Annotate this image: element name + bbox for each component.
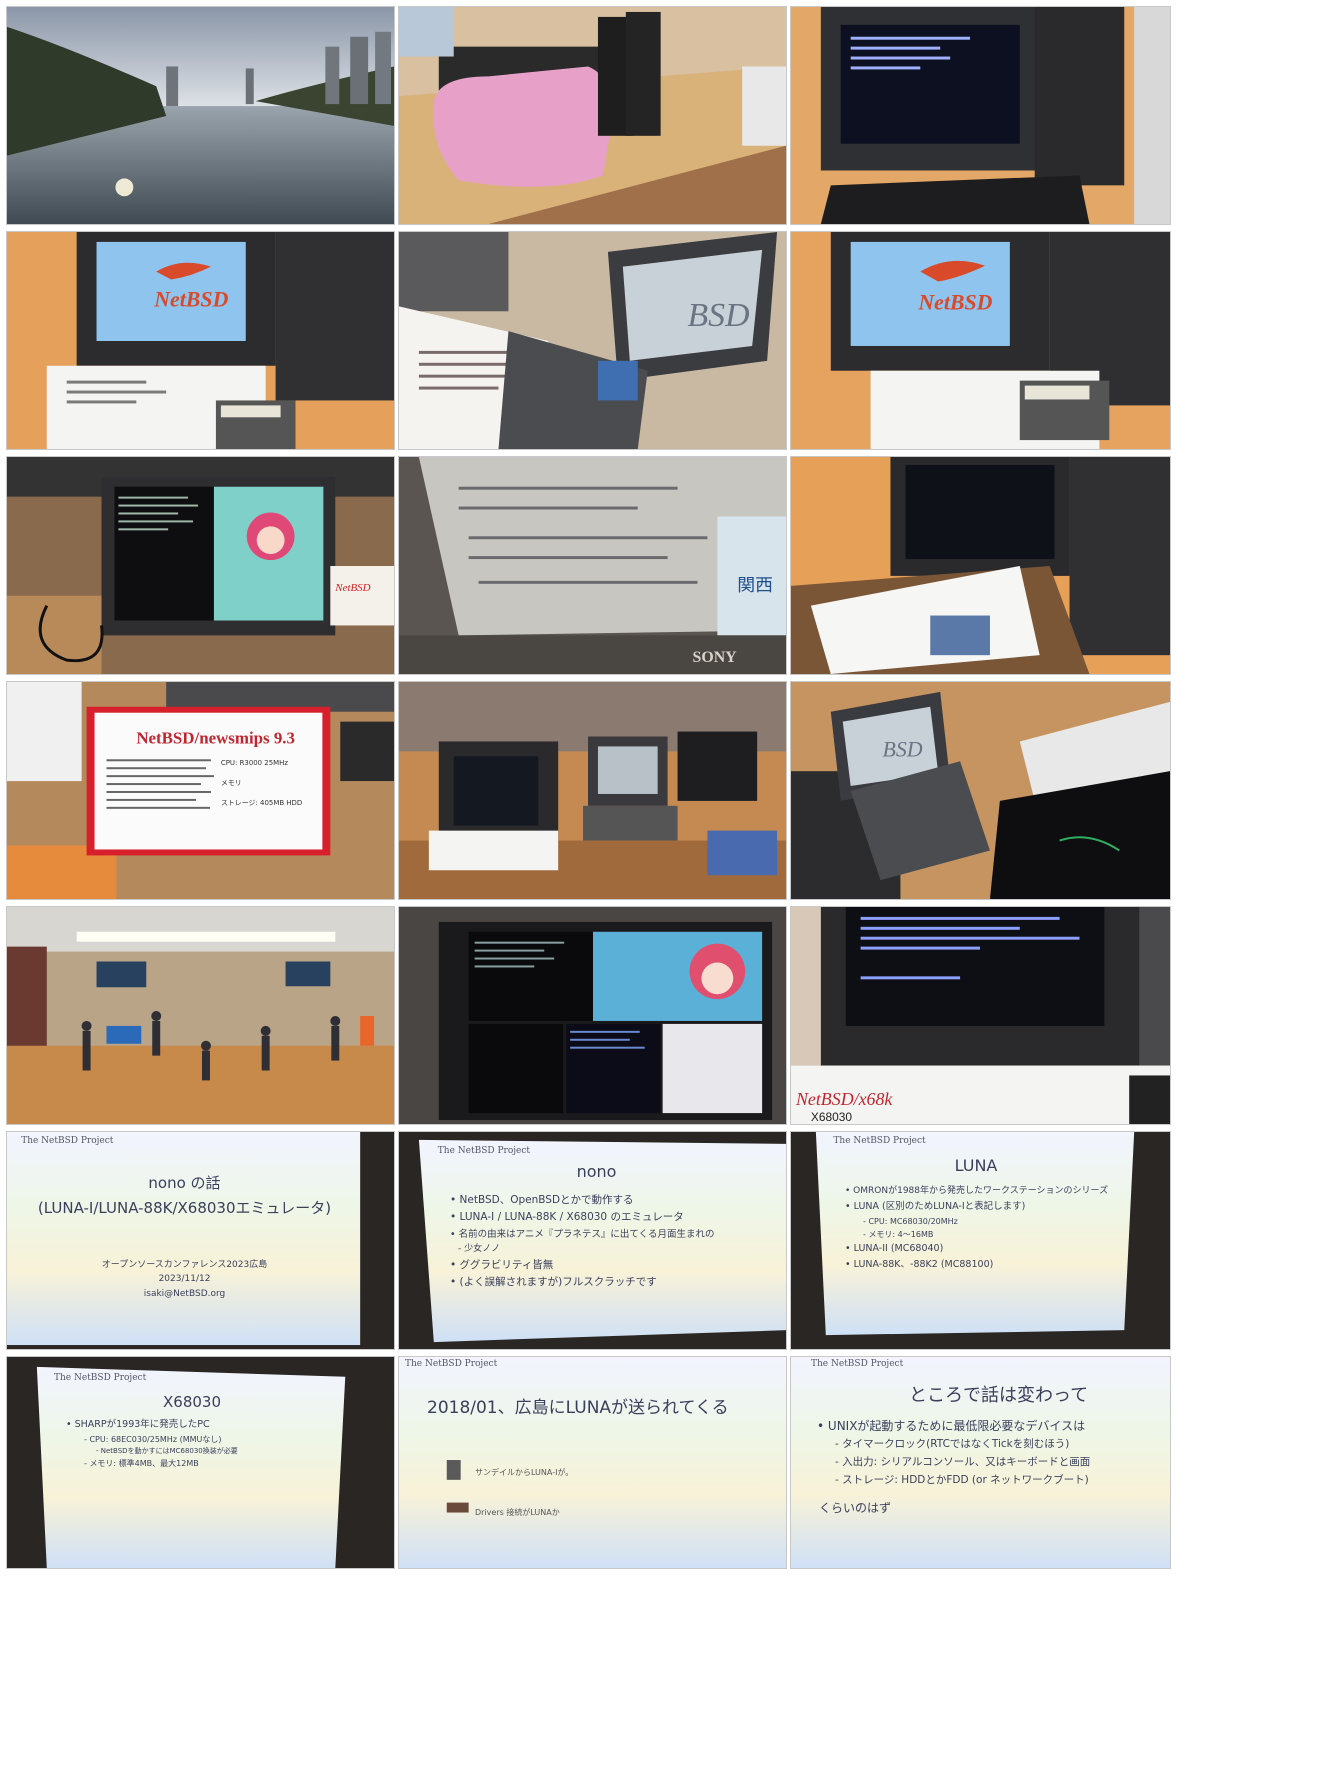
slide-footer-date: 2023/11/12 [158,1274,211,1285]
slide-title: X68030 [163,1393,221,1411]
poster-storage: ストレージ: 405MB HDD [221,799,302,807]
slide-content: The NetBSD Project ところで話は変わって UNIXが起動するた… [791,1357,1170,1568]
poster-title: NetBSD/newsmips 9.3 [136,728,295,747]
slide-bullets: OMRONが1988年から発売したワークステーションのシリーズ LUNA (区別… [829,1184,1108,1272]
slide-title-line-2: (LUNA-I/LUNA-88K/X68030エミュレータ) [37,1199,332,1217]
slide-x68030[interactable]: The NetBSD Project X68030 SHARPが1993年に発売… [6,1356,395,1569]
slide-bullet: LUNA (区別のためLUNA-Iと表記します) [845,1199,1108,1215]
slide-closing: くらいのはず [819,1501,892,1515]
photo-terminal-anime-screen[interactable] [398,906,787,1125]
slide-bullet: 名前の由来はアニメ『プラネテス』に出てくる月面生まれの [450,1227,715,1243]
photo-netbsd-crt[interactable]: NetBSD [6,231,395,450]
slide-nono-about[interactable]: The NetBSD Project nono NetBSD、OpenBSDとか… [398,1131,787,1350]
slide-bullet: NetBSD、OpenBSDとかで動作する [450,1192,714,1209]
slide-bullet: LUNA-I / LUNA-88K / X68030 のエミュレータ [450,1209,714,1226]
slide-brand: The NetBSD Project [405,1359,498,1369]
photo-crt-monitor-terminal[interactable] [790,6,1171,225]
photo-crt-with-printouts[interactable] [790,456,1171,675]
slide-brand: The NetBSD Project [437,1146,531,1156]
photo-exhibit-table[interactable] [398,681,787,900]
photo-newsmips-poster[interactable]: NetBSD/newsmips 9.3 CPU: R3000 25MHz メモリ… [6,681,395,900]
photo-lcd-terminal-anime[interactable]: NetBSD [6,456,395,675]
svg-text:BSD: BSD [883,737,923,761]
slide-bullet: 入出力: シリアルコンソール、又はキーボードと画面 [817,1454,1090,1472]
x68k-paper-title: NetBSD/x68k [795,1089,893,1109]
slide-content: The NetBSD Project X68030 SHARPが1993年に発売… [42,1369,342,1568]
slide-footer-email: isaki@NetBSD.org [143,1288,226,1299]
slide-title: ところで話は変わって [909,1385,1089,1406]
slide-hiroshima-luna[interactable]: The NetBSD Project 2018/01、広島にLUNAが送られてく… [398,1356,787,1569]
slide-title: 2018/01、広島にLUNAが送られてくる [427,1398,729,1418]
slide-brand: The NetBSD Project [833,1136,926,1146]
slide-title: nono [576,1162,617,1181]
slide-bullet: メモリ: 標準4MB、最大12MB [66,1457,238,1470]
slide-bullet: ストレージ: HDDとかFDD (or ネットワークブート) [817,1472,1090,1490]
sony-brand: SONY [692,649,737,666]
slide-bullet: UNIXが起動するために最低限必要なデバイスは [817,1417,1090,1436]
slide-bullet: CPU: MC68030/20MHz [845,1215,1108,1228]
photo-crt-x68k[interactable]: NetBSD/x68k X68030 [790,906,1171,1125]
slide-bullet: タイマークロック(RTCではなくTickを刻むほう) [817,1436,1090,1454]
slide-bullets: SHARPが1993年に発売したPC CPU: 68EC030/25MHz (M… [50,1417,238,1471]
slide-bullets: UNIXが起動するために最低限必要なデバイスは タイマークロック(RTCではなく… [801,1417,1090,1490]
slide-title-line-1: nono の話 [148,1174,221,1192]
slide-content: The NetBSD Project 2018/01、広島にLUNAが送られてく… [399,1357,786,1568]
slide-bullet: OMRONが1988年から発売したワークステーションのシリーズ [845,1184,1108,1199]
slide-bullet: LUNA-II (MC68040) [845,1241,1108,1257]
slide-topic-change[interactable]: The NetBSD Project ところで話は変わって UNIXが起動するた… [790,1356,1171,1569]
svg-text:NetBSD: NetBSD [334,582,370,594]
photo-laptop-bsd[interactable]: BSD [398,231,787,450]
slide-nono-title[interactable]: The NetBSD Project nono の話 (LUNA-I/LUNA-… [6,1131,395,1350]
slide-bullet: SHARPが1993年に発売したPC [66,1417,238,1433]
slide-content: The NetBSD Project LUNA OMRONが1988年から発売し… [821,1132,1131,1332]
photo-computer-under-pink-cover[interactable] [398,6,787,225]
slide-luna[interactable]: The NetBSD Project LUNA OMRONが1988年から発売し… [790,1131,1171,1350]
slide-brand: The NetBSD Project [21,1136,114,1147]
slide-bullet: (よく誤解されますが)フルスクラッチです [450,1274,714,1291]
slide-line: サンデイルからLUNA-Iが。 [475,1468,574,1477]
poster-cpu: CPU: R3000 25MHz [221,759,288,767]
x68030-tag: X68030 [811,1110,853,1124]
slide-bullet: NetBSDを動かすにはMC68030換装が必要 [66,1446,238,1458]
slide-brand: The NetBSD Project [54,1373,147,1383]
kansai-sign: 関西 [737,575,773,596]
photo-river-cityscape[interactable] [6,6,395,225]
slide-line: Drivers 接続がLUNAか [475,1508,560,1517]
slide-bullet: 少女ノノ [450,1242,714,1257]
slide-bullet: メモリ: 4～16MB [845,1228,1108,1241]
slide-content: The NetBSD Project nono NetBSD、OpenBSDとか… [424,1142,769,1342]
poster-memory: メモリ [221,779,242,787]
svg-text:NetBSD: NetBSD [917,290,992,314]
photo-laptop-second[interactable]: BSD [790,681,1171,900]
slide-bullets: NetBSD、OpenBSDとかで動作する LUNA-I / LUNA-88K … [434,1192,715,1292]
netbsd-logo-text: NetBSD [153,287,228,311]
photo-netbsd-crt-2[interactable]: NetBSD [790,231,1171,450]
slide-footer: オープンソースカンファレンス2023広島 2023/11/12 isaki@Ne… [7,1258,362,1301]
photo-sony-screen[interactable]: 関西 SONY [398,456,787,675]
slide-bullet: CPU: 68EC030/25MHz (MMUなし) [66,1433,238,1446]
slide-title: nono の話 (LUNA-I/LUNA-88K/X68030エミュレータ) [7,1172,362,1218]
svg-text:BSD: BSD [688,297,750,334]
slide-content: The NetBSD Project nono の話 (LUNA-I/LUNA-… [7,1132,362,1347]
photo-conference-hall[interactable] [6,906,395,1125]
slide-title: LUNA [954,1156,998,1175]
slide-bullet: ググラビリティ皆無 [450,1257,714,1274]
slide-brand: The NetBSD Project [811,1359,904,1369]
slide-footer-event: オープンソースカンファレンス2023広島 [101,1260,268,1270]
slide-bullet: LUNA-88K、-88K2 (MC88100) [845,1257,1108,1273]
photo-gallery: NetBSD BSD NetBSD NetBSD 関西 SONY NetBSD/… [0,0,1320,1769]
